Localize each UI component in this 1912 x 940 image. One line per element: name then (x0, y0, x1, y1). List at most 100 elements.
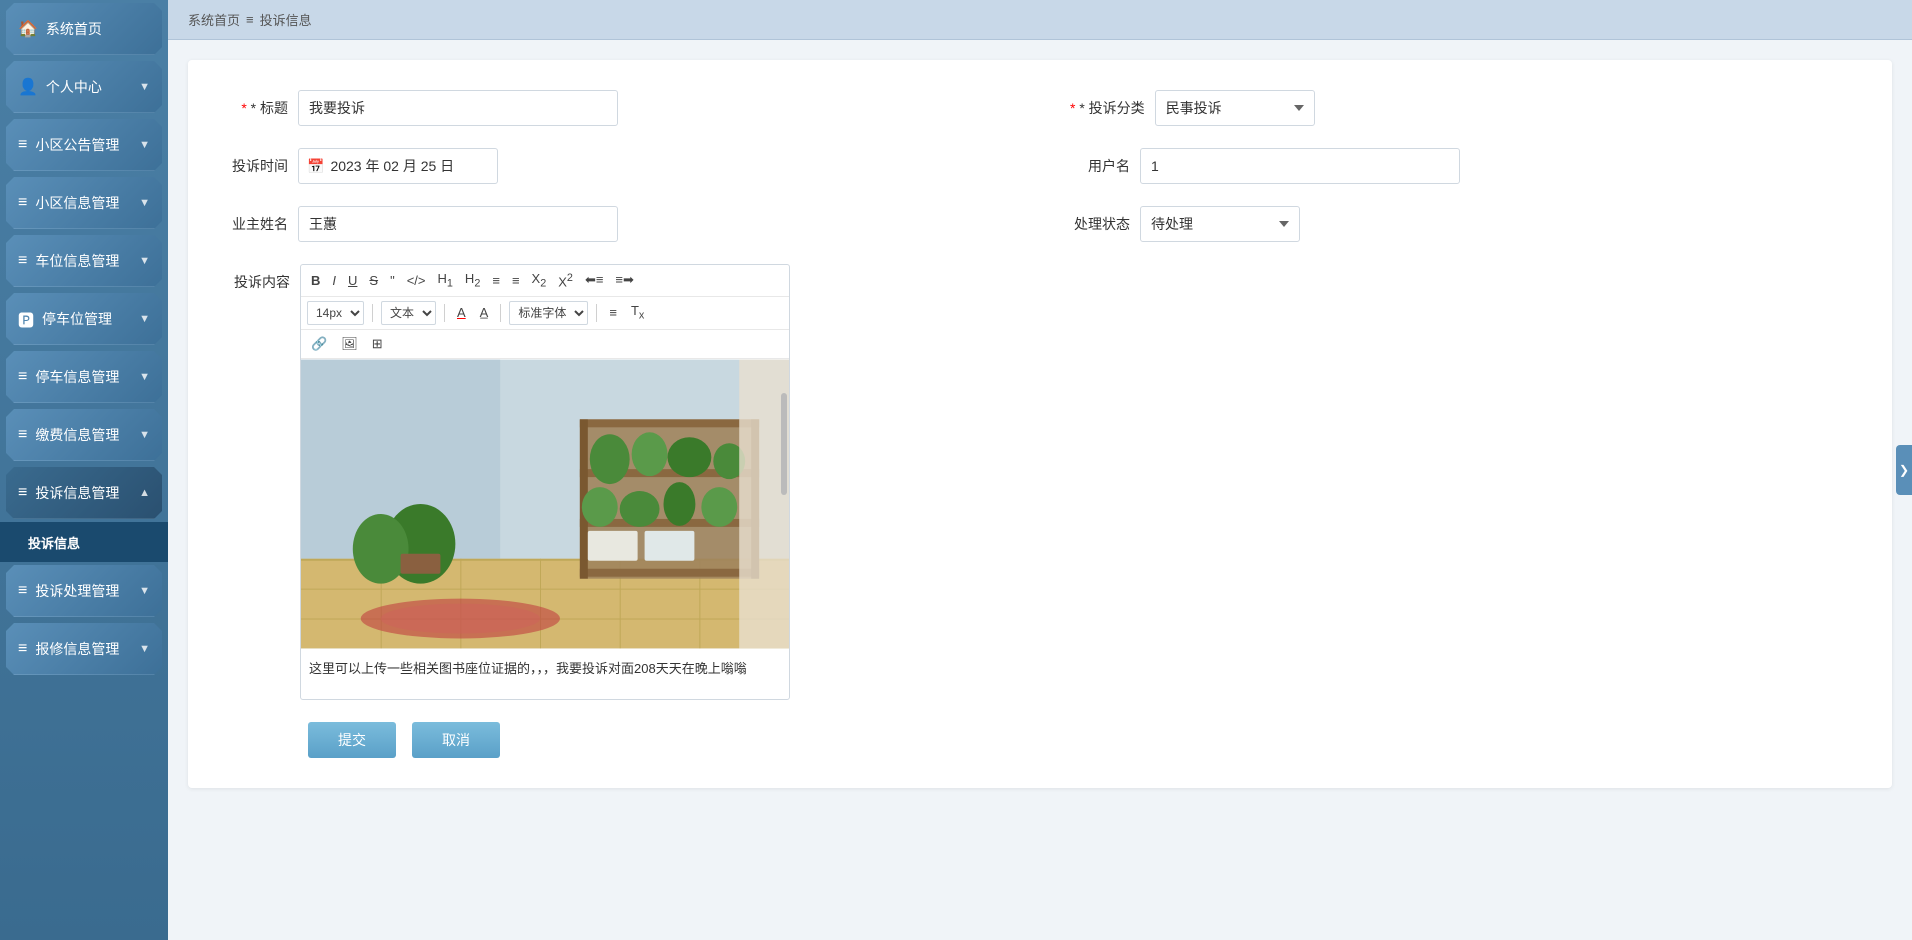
cancel-button[interactable]: 取消 (412, 722, 500, 758)
toolbar-sep-2 (444, 304, 445, 322)
sidebar-item-parking-info-label: 车位信息管理 (35, 251, 119, 271)
sidebar-item-home[interactable]: 🏠 系统首页 (6, 3, 162, 55)
owner-input[interactable] (298, 206, 618, 242)
list-icon-3: ≡ (18, 252, 27, 270)
form-row-3: 业主姓名 处理状态 待处理 处理中 已处理 (228, 206, 1852, 242)
sidebar-item-complaint-info[interactable]: 投诉信息 (0, 522, 168, 562)
align-button[interactable]: ≡ (605, 303, 621, 322)
toolbar-sep-1 (372, 304, 373, 322)
quote-button[interactable]: " (386, 271, 399, 290)
sidebar: 🏠 系统首页 👤 个人中心 ▼ ≡ 小区公告管理 ▼ ≡ 小区信息管理 ▼ ≡ … (0, 0, 168, 940)
sidebar-item-parking-manage-label: 停车位管理 (42, 309, 112, 329)
sidebar-item-parking-manage[interactable]: 🅿 停车位管理 ▼ (6, 293, 162, 345)
list-icon-4: ≡ (18, 368, 27, 386)
sidebar-item-personal-label: 个人中心 (46, 77, 102, 97)
h2-button[interactable]: H2 (461, 269, 484, 292)
clear-format-button[interactable]: Tx (627, 301, 648, 324)
chevron-down-icon-2: ▼ (139, 139, 150, 151)
unordered-list-button[interactable]: ≡ (508, 271, 524, 290)
chevron-down-icon-5: ▼ (139, 313, 150, 325)
subscript-button[interactable]: X2 (528, 269, 551, 292)
font-family-select[interactable]: 标准字体 (509, 301, 588, 325)
username-group: 用户名 (1070, 148, 1852, 184)
toolbar-row-1: B I U S " </> H1 H2 ≡ ≡ X2 X2 ⬅≡ ≡➡ (301, 265, 789, 297)
form-card: * 标题 * 投诉分类 民事投诉 物业投诉 邻里纠纷 其他 投诉时间 (188, 60, 1892, 788)
breadcrumb-current: 投诉信息 (260, 10, 312, 29)
list-icon-6: ≡ (18, 484, 27, 502)
submit-button[interactable]: 提交 (308, 722, 396, 758)
title-input[interactable] (298, 90, 618, 126)
title-group: * 标题 (228, 90, 1010, 126)
image-button[interactable]: 🖼 (337, 334, 362, 354)
username-label: 用户名 (1070, 156, 1130, 176)
table-button[interactable]: ⊞ (368, 334, 387, 354)
toolbar-sep-3 (500, 304, 501, 322)
sidebar-item-complaint-process-label: 投诉处理管理 (35, 581, 119, 601)
bold-button[interactable]: B (307, 271, 324, 290)
status-label: 处理状态 (1070, 214, 1130, 234)
date-input-wrap[interactable]: 📅 2023 年 02 月 25 日 (298, 148, 498, 184)
sidebar-item-complaint-manage[interactable]: ≡ 投诉信息管理 ▲ (6, 467, 162, 519)
list-icon-8: ≡ (18, 640, 27, 658)
calendar-icon: 📅 (307, 158, 324, 175)
editor-scrollbar[interactable] (781, 393, 787, 495)
chevron-down-icon-6: ▼ (139, 371, 150, 383)
time-label: 投诉时间 (228, 156, 288, 176)
list-icon-5: ≡ (18, 426, 27, 444)
content-area: * 标题 * 投诉分类 民事投诉 物业投诉 邻里纠纷 其他 投诉时间 (168, 40, 1912, 940)
ordered-list-button[interactable]: ≡ (488, 271, 504, 290)
editor-image (301, 359, 789, 649)
link-button[interactable]: 🔗 (307, 334, 331, 354)
font-size-select[interactable]: 14px12px16px18px (307, 301, 364, 325)
code-button[interactable]: </> (403, 271, 430, 290)
sidebar-item-community-info-label: 小区信息管理 (35, 193, 119, 213)
list-icon-7: ≡ (18, 582, 27, 600)
complaint-type-group: * 投诉分类 民事投诉 物业投诉 邻里纠纷 其他 (1070, 90, 1852, 126)
toolbar-row-2: 14px12px16px18px 文本 A A̲ 标准字体 (301, 297, 789, 330)
sidebar-item-community-info[interactable]: ≡ 小区信息管理 ▼ (6, 177, 162, 229)
breadcrumb-home[interactable]: 系统首页 (188, 10, 240, 29)
editor-body[interactable]: 这里可以上传一些相关图书座位证据的，，，我要投诉对面208天天在晚上嗡嗡 (301, 359, 789, 699)
sidebar-item-complaint-manage-label: 投诉信息管理 (35, 483, 119, 503)
date-value: 2023 年 02 月 25 日 (330, 156, 454, 176)
chevron-down-icon-9: ▼ (139, 643, 150, 655)
main-content: 系统首页 ≡ 投诉信息 * 标题 * 投诉分类 民事投诉 物业投诉 邻里纠纷 其… (168, 0, 1912, 940)
parking-icon: 🅿 (18, 307, 34, 331)
rich-text-editor[interactable]: B I U S " </> H1 H2 ≡ ≡ X2 X2 ⬅≡ ≡➡ (300, 264, 790, 700)
sidebar-item-parking-record[interactable]: ≡ 停车信息管理 ▼ (6, 351, 162, 403)
username-input[interactable] (1140, 148, 1460, 184)
complaint-type-select[interactable]: 民事投诉 物业投诉 邻里纠纷 其他 (1155, 90, 1315, 126)
content-row: 投诉内容 B I U S " </> H1 H2 ≡ ≡ X2 (228, 264, 1852, 700)
sidebar-item-home-label: 系统首页 (46, 19, 102, 39)
sidebar-item-fee-info[interactable]: ≡ 缴费信息管理 ▼ (6, 409, 162, 461)
chevron-down-icon-3: ▼ (139, 197, 150, 209)
breadcrumb-separator: ≡ (246, 12, 254, 27)
editor-text[interactable]: 这里可以上传一些相关图书座位证据的，，，我要投诉对面208天天在晚上嗡嗡 (301, 652, 789, 683)
chevron-down-icon-7: ▼ (139, 429, 150, 441)
sidebar-item-repair-info[interactable]: ≡ 报修信息管理 ▼ (6, 623, 162, 675)
sidebar-item-community-notice[interactable]: ≡ 小区公告管理 ▼ (6, 119, 162, 171)
text-style-select[interactable]: 文本 (381, 301, 436, 325)
italic-button[interactable]: I (328, 271, 340, 290)
h1-button[interactable]: H1 (434, 269, 457, 292)
complaint-type-label: * 投诉分类 (1070, 98, 1145, 118)
form-buttons: 提交 取消 (228, 722, 1852, 758)
form-row-1: * 标题 * 投诉分类 民事投诉 物业投诉 邻里纠纷 其他 (228, 90, 1852, 126)
sidebar-item-parking-info[interactable]: ≡ 车位信息管理 ▼ (6, 235, 162, 287)
indent-left-button[interactable]: ⬅≡ (581, 270, 607, 290)
superscript-button[interactable]: X2 (554, 270, 577, 291)
font-color-button[interactable]: A (453, 303, 470, 322)
time-group: 投诉时间 📅 2023 年 02 月 25 日 (228, 148, 1010, 184)
form-row-2: 投诉时间 📅 2023 年 02 月 25 日 用户名 (228, 148, 1852, 184)
toolbar-sep-4 (596, 304, 597, 322)
font-bg-button[interactable]: A̲ (476, 303, 493, 322)
status-group: 处理状态 待处理 处理中 已处理 (1070, 206, 1852, 242)
strikethrough-button[interactable]: S (365, 271, 382, 290)
sidebar-item-complaint-process[interactable]: ≡ 投诉处理管理 ▼ (6, 565, 162, 617)
status-select[interactable]: 待处理 处理中 已处理 (1140, 206, 1300, 242)
chevron-down-icon-8: ▼ (139, 585, 150, 597)
underline-button[interactable]: U (344, 271, 361, 290)
sidebar-item-personal[interactable]: 👤 个人中心 ▼ (6, 61, 162, 113)
expand-arrow[interactable]: ❯ (1896, 445, 1912, 495)
indent-right-button[interactable]: ≡➡ (611, 270, 637, 290)
